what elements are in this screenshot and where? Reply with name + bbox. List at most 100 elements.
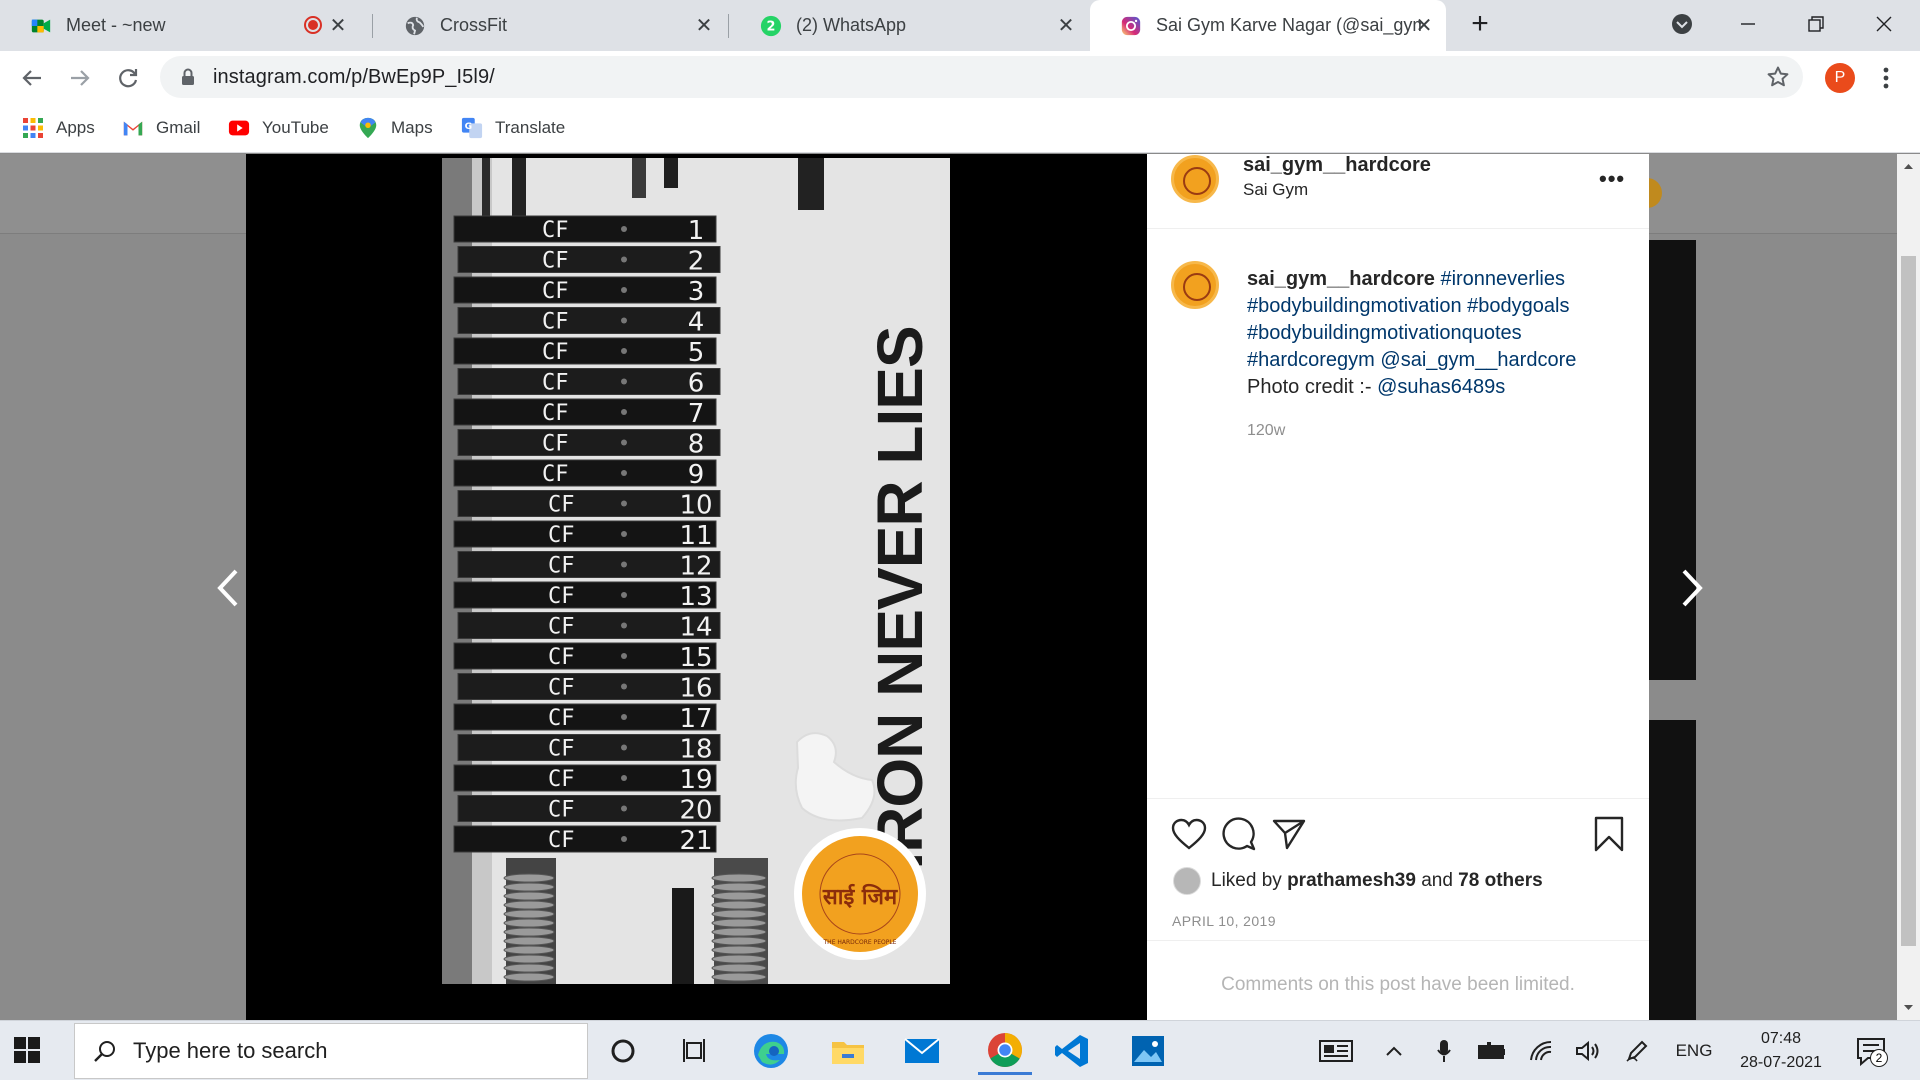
background-media-peek xyxy=(1646,720,1696,1020)
scrollbar-thumb[interactable] xyxy=(1901,256,1916,946)
tab-search-button[interactable] xyxy=(1662,6,1702,42)
hashtag-link[interactable]: #bodygoals xyxy=(1467,295,1569,317)
close-tab-icon[interactable]: ✕ xyxy=(692,13,716,37)
next-post-button[interactable] xyxy=(1672,558,1712,618)
tray-volume[interactable] xyxy=(1574,1039,1602,1063)
bookmark-youtube[interactable]: YouTube xyxy=(228,114,329,142)
tray-pen[interactable] xyxy=(1624,1039,1650,1063)
new-tab-button[interactable]: + xyxy=(1460,6,1500,42)
close-tab-icon[interactable]: ✕ xyxy=(1054,13,1078,37)
author-avatar[interactable] xyxy=(1171,155,1219,203)
post-age[interactable]: 120w xyxy=(1247,422,1285,440)
spring-coil xyxy=(711,873,767,883)
weight-plate: CF 12 xyxy=(457,551,721,582)
reload-icon xyxy=(119,69,138,88)
bookmark-apps[interactable]: Apps xyxy=(22,114,95,142)
mention-link[interactable]: @suhas6489s xyxy=(1377,376,1505,398)
post-date[interactable]: APRIL 10, 2019 xyxy=(1172,913,1276,929)
close-tab-icon[interactable]: ✕ xyxy=(326,13,350,37)
tray-wifi[interactable] xyxy=(1528,1039,1554,1063)
battery-icon xyxy=(1478,1042,1505,1059)
taskbar-edge[interactable] xyxy=(751,1031,791,1071)
bookmark-translate[interactable]: G Translate xyxy=(461,114,565,142)
close-window-button[interactable] xyxy=(1864,6,1904,42)
taskbar-file-explorer[interactable] xyxy=(828,1031,868,1071)
close-tab-icon[interactable]: ✕ xyxy=(1412,13,1436,37)
forward-button[interactable] xyxy=(62,60,98,96)
back-button[interactable] xyxy=(14,60,50,96)
save-button[interactable] xyxy=(1589,814,1629,854)
taskbar-mail[interactable] xyxy=(902,1031,942,1071)
taskbar-photos[interactable] xyxy=(1128,1031,1168,1071)
liked-by-and: and xyxy=(1421,870,1453,891)
bookmark-gmail[interactable]: Gmail xyxy=(122,114,200,142)
hashtag-link[interactable]: #ironneverlies xyxy=(1440,268,1565,290)
plate-label: CF xyxy=(542,462,569,487)
cortana-button[interactable] xyxy=(603,1031,643,1071)
liker-username[interactable]: prathamesh39 xyxy=(1287,870,1416,892)
spring-coil xyxy=(503,873,555,883)
tray-language[interactable]: ENG xyxy=(1672,1039,1716,1063)
url-text[interactable]: instagram.com/p/BwEp9P_I5l9/ xyxy=(213,66,495,89)
share-button[interactable] xyxy=(1269,814,1309,854)
hashtag-link[interactable]: #hardcoregym xyxy=(1247,349,1375,371)
restore-button[interactable] xyxy=(1796,6,1836,42)
bookmark-label: Apps xyxy=(56,118,95,137)
chrome-menu-button[interactable] xyxy=(1868,60,1904,96)
profile-avatar[interactable]: P xyxy=(1825,63,1855,93)
tray-overflow-button[interactable] xyxy=(1382,1039,1406,1063)
plate-label: CF xyxy=(548,493,575,518)
caption-avatar[interactable] xyxy=(1171,261,1219,309)
hashtag-link[interactable]: #bodybuildingmotivationquotes xyxy=(1247,322,1522,344)
chevron-right-icon xyxy=(1682,569,1703,607)
more-options-button[interactable]: ••• xyxy=(1599,166,1625,192)
spring-coil xyxy=(711,936,767,946)
bookmark-label: Translate xyxy=(495,118,566,137)
post-details-panel: sai_gym__hardcore Sai Gym ••• sai_gym__h… xyxy=(1147,154,1649,1020)
scroll-down-icon[interactable] xyxy=(1897,1000,1920,1016)
tray-news-widget[interactable] xyxy=(1316,1039,1356,1063)
likes-count-link[interactable]: 78 others xyxy=(1458,870,1542,892)
task-view-button[interactable] xyxy=(676,1031,716,1071)
taskbar-chrome[interactable] xyxy=(978,1027,1032,1075)
taskbar-vscode[interactable] xyxy=(1052,1031,1092,1071)
plate-label: CF xyxy=(542,279,569,304)
tray-battery[interactable] xyxy=(1478,1039,1506,1063)
tab-crossfit[interactable]: CrossFit ✕ xyxy=(374,0,726,51)
hashtag-link[interactable]: #bodybuildingmotivation xyxy=(1247,295,1462,317)
reload-button[interactable] xyxy=(110,60,146,96)
mention-link[interactable]: @sai_gym__hardcore xyxy=(1380,349,1576,371)
weight-plate: CF 19 xyxy=(453,764,717,795)
plate-number: 19 xyxy=(679,765,712,795)
caption-text: Photo credit :- xyxy=(1247,376,1372,398)
tray-microphone[interactable] xyxy=(1432,1039,1456,1063)
plate-number: 12 xyxy=(679,552,712,582)
address-bar[interactable]: instagram.com/p/BwEp9P_I5l9/ xyxy=(160,56,1803,98)
plate-number: 2 xyxy=(688,247,705,277)
author-username[interactable]: sai_gym__hardcore xyxy=(1243,154,1431,177)
scroll-up-icon[interactable] xyxy=(1897,158,1920,174)
youtube-icon xyxy=(228,120,250,136)
bookmark-maps[interactable]: Maps xyxy=(357,114,433,142)
tab-meet[interactable]: Meet - ~new ✕ xyxy=(0,0,360,51)
comment-button[interactable] xyxy=(1219,814,1259,854)
like-button[interactable] xyxy=(1169,814,1209,854)
caption-username[interactable]: sai_gym__hardcore xyxy=(1247,268,1435,290)
taskbar-clock[interactable]: 07:48 28-07-2021 xyxy=(1730,1027,1832,1075)
browser-toolbar: instagram.com/p/BwEp9P_I5l9/ P xyxy=(0,51,1920,104)
taskbar-search-box[interactable]: Type here to search xyxy=(74,1023,588,1079)
post-media[interactable]: CF 1 CF 2 CF 3 CF 4 CF 5 CF 6 CF 7 CF 8 CF 9 CF 10 CF 11 CF 12 C… xyxy=(246,154,1147,1020)
previous-post-button[interactable] xyxy=(208,558,248,618)
spring-coil xyxy=(711,945,767,955)
windows-start-icon[interactable] xyxy=(14,1037,40,1063)
bookmark-star-icon[interactable] xyxy=(1766,65,1790,89)
minimize-button[interactable] xyxy=(1728,6,1768,42)
liker-avatar[interactable] xyxy=(1173,867,1201,895)
tab-whatsapp[interactable]: 2 (2) WhatsApp ✕ xyxy=(730,0,1088,51)
liked-by-prefix: Liked by xyxy=(1211,870,1282,891)
tab-instagram[interactable]: Sai Gym Karve Nagar (@sai_gym... ✕ xyxy=(1090,0,1446,51)
logo-text: साई जिम xyxy=(822,883,898,910)
weight-plate: CF 8 xyxy=(457,429,721,460)
author-location[interactable]: Sai Gym xyxy=(1243,180,1308,200)
page-scrollbar[interactable] xyxy=(1897,154,1920,1020)
